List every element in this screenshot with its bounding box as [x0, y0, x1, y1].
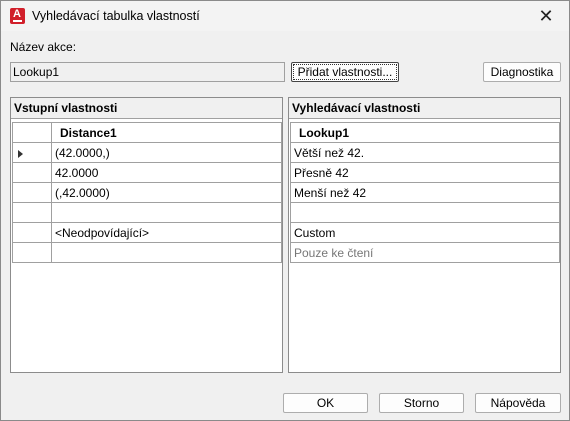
lookup-cell[interactable]: Přesně 42 — [290, 162, 560, 183]
lookup-custom-cell[interactable]: Custom — [290, 222, 560, 243]
help-button[interactable]: Nápověda — [475, 393, 561, 413]
cancel-button[interactable]: Storno — [379, 393, 464, 413]
lookup-properties-panel: Vyhledávací vlastnosti Lookup1 Větší než… — [288, 97, 561, 373]
row-selector[interactable] — [12, 242, 52, 263]
add-properties-button-label: Přidat vlastnosti... — [293, 64, 397, 80]
input-cell[interactable]: (,42.0000) — [51, 182, 282, 203]
dialog-title: Vyhledávací tabulka vlastností — [32, 9, 200, 23]
lookup-properties-table: Lookup1 Větší než 42. Přesně 42 Menší ne… — [290, 122, 560, 263]
input-cell[interactable] — [51, 202, 282, 223]
input-properties-panel: Vstupní vlastnosti Distance1 (42.0000,) … — [10, 97, 283, 373]
row-selector[interactable] — [12, 142, 52, 163]
input-properties-title: Vstupní vlastnosti — [11, 98, 282, 119]
input-cell[interactable]: (42.0000,) — [51, 142, 282, 163]
lookup-cell[interactable]: Menší než 42 — [290, 182, 560, 203]
action-name-label: Název akce: — [10, 40, 77, 54]
close-button[interactable]: ✕ — [525, 1, 567, 31]
input-properties-table: Distance1 (42.0000,) 42.0000 (,42.0000) … — [12, 122, 282, 263]
lookup-table-dialog: A Vyhledávací tabulka vlastností ✕ Název… — [0, 0, 570, 421]
row-selector[interactable] — [12, 182, 52, 203]
autocad-app-icon: A — [10, 8, 25, 24]
lookup-read-only-cell[interactable]: Pouze ke čtení — [290, 242, 560, 263]
row-selector[interactable] — [12, 202, 52, 223]
ok-button[interactable]: OK — [283, 393, 368, 413]
row-selector[interactable] — [12, 222, 52, 243]
lookup-properties-title: Vyhledávací vlastnosti — [289, 98, 560, 119]
action-name-field: Lookup1 — [10, 62, 285, 82]
unmatched-cell[interactable]: <Neodpovídající> — [51, 222, 282, 243]
header-selector-cell — [12, 122, 52, 143]
add-properties-button[interactable]: Přidat vlastnosti... — [291, 62, 399, 82]
input-cell[interactable]: 42.0000 — [51, 162, 282, 183]
row-selector[interactable] — [12, 162, 52, 183]
lookup-column-header[interactable]: Lookup1 — [290, 122, 560, 143]
title-bar: A Vyhledávací tabulka vlastností ✕ — [1, 1, 569, 31]
input-cell[interactable] — [51, 242, 282, 263]
diagnostics-button[interactable]: Diagnostika — [483, 62, 561, 82]
input-column-header[interactable]: Distance1 — [51, 122, 282, 143]
current-row-arrow-icon — [18, 150, 23, 158]
lookup-cell[interactable]: Větší než 42. — [290, 142, 560, 163]
lookup-cell[interactable] — [290, 202, 560, 223]
